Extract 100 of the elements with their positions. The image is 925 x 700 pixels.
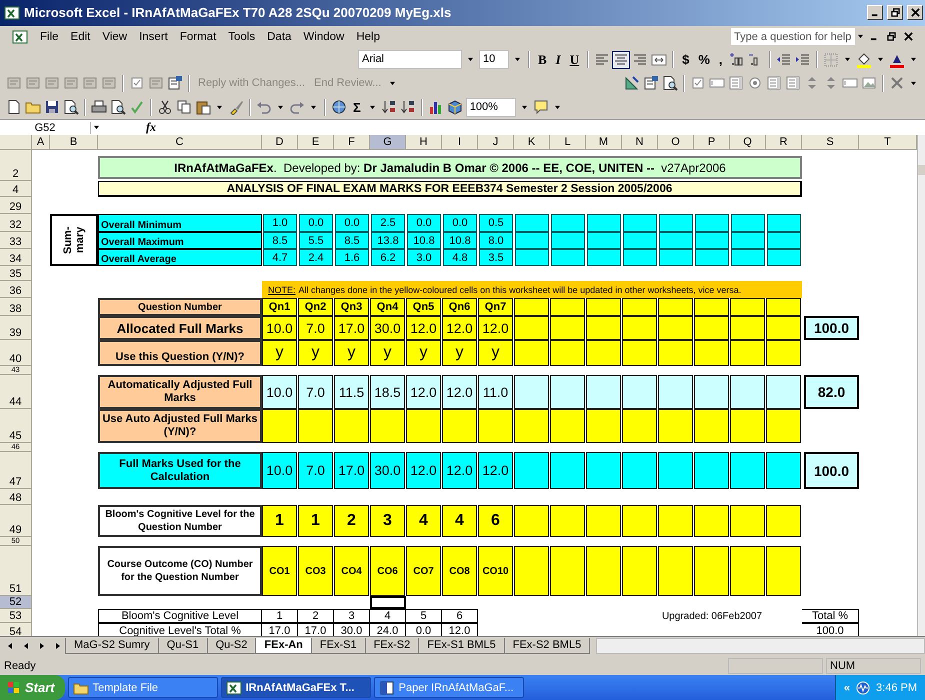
taskbar-button[interactable]: Template File (68, 677, 218, 698)
start-button[interactable]: Start (0, 675, 65, 700)
column-header[interactable]: B (50, 135, 98, 150)
autosum-button[interactable]: Σ (350, 98, 364, 116)
checkbox-icon[interactable] (690, 75, 706, 92)
sheet-tab[interactable]: Qu-S2 (206, 638, 256, 654)
sheet-tab[interactable]: FEx-S1 BML5 (418, 638, 505, 654)
fill-color-icon[interactable] (856, 52, 872, 68)
row-header[interactable]: 47 (0, 452, 32, 490)
row-header[interactable]: 32 (0, 214, 32, 232)
row-header[interactable]: 53 (0, 609, 32, 624)
document-magnifier-icon[interactable] (110, 99, 126, 116)
document-icon[interactable] (167, 75, 183, 92)
currency-button[interactable]: $ (679, 50, 692, 69)
menu-item[interactable]: Format (174, 30, 222, 43)
sheet-tab[interactable]: Qu-S1 (158, 638, 208, 654)
column-header[interactable]: H (406, 135, 442, 150)
row-header[interactable]: 48 (0, 489, 32, 506)
column-header[interactable]: D (262, 135, 298, 150)
column-header[interactable]: L (550, 135, 586, 150)
undo-icon[interactable] (256, 99, 272, 116)
menu-item[interactable]: Tools (222, 30, 262, 43)
restore-icon[interactable] (887, 32, 896, 42)
caret-icon[interactable] (216, 104, 223, 110)
sheet-tab[interactable]: FEx-S2 (364, 638, 420, 654)
horizontal-scrollbar[interactable] (596, 638, 925, 654)
sheet-tab[interactable]: MaG-S2 Sumry (65, 638, 159, 654)
bold-button[interactable]: B (535, 50, 550, 69)
menu-item[interactable]: Insert (133, 30, 174, 43)
redo-icon[interactable] (289, 99, 305, 116)
bar-chart-icon[interactable] (428, 99, 444, 116)
image-icon[interactable] (861, 75, 877, 92)
globe-icon[interactable] (331, 99, 347, 116)
row-header[interactable]: 2 (0, 150, 32, 182)
column-header[interactable]: E (298, 135, 334, 150)
taskbar-button[interactable]: Paper IRnAfAtMaGaF... (374, 677, 524, 698)
sort-icon[interactable] (400, 99, 416, 116)
italic-button[interactable]: I (552, 50, 564, 69)
scissors-icon[interactable] (157, 99, 173, 116)
row-header[interactable]: 35 (0, 266, 32, 282)
column-header[interactable]: F (334, 135, 370, 150)
restore-button[interactable] (887, 5, 903, 20)
caret-icon[interactable] (93, 125, 100, 130)
help-search-field[interactable]: Type a question for help (731, 28, 855, 46)
brush-icon[interactable] (228, 99, 244, 116)
list-box-icon[interactable] (766, 75, 782, 92)
row-header[interactable]: 36 (0, 281, 32, 298)
caret-icon[interactable] (277, 104, 284, 110)
underline-button[interactable]: U (566, 50, 582, 69)
caret-icon[interactable] (857, 34, 864, 40)
properties-icon[interactable] (643, 75, 659, 92)
row-header[interactable]: 51 (0, 546, 32, 596)
column-header[interactable]: C (98, 135, 262, 150)
radio-icon[interactable] (747, 75, 763, 92)
sheet-tab[interactable]: FEx-An (255, 638, 312, 654)
column-header[interactable]: T (859, 135, 917, 150)
row-header[interactable]: 29 (0, 197, 32, 214)
column-header[interactable]: R (766, 135, 802, 150)
network-icon[interactable] (855, 680, 872, 696)
minimize-button[interactable] (867, 5, 883, 20)
caret-icon[interactable] (467, 57, 474, 62)
font-size-field[interactable]: 10 (479, 50, 509, 70)
row-header[interactable]: 39 (0, 316, 32, 340)
column-header[interactable]: N (622, 135, 658, 150)
list-box-icon[interactable] (728, 75, 744, 92)
name-box[interactable]: G52 (0, 122, 91, 134)
toolbar-options-icon[interactable] (389, 80, 396, 86)
row-header[interactable]: 33 (0, 232, 32, 250)
new-document-icon[interactable] (6, 99, 22, 116)
caret-icon[interactable] (310, 104, 317, 110)
sort-icon[interactable] (380, 99, 397, 116)
copy-icon[interactable] (176, 99, 192, 116)
comma-button[interactable]: , (716, 50, 726, 69)
font-field[interactable]: Arial (358, 50, 462, 70)
caret-icon[interactable] (368, 104, 376, 110)
sheet-tab[interactable]: FEx-S2 BML5 (504, 638, 590, 654)
merge-icon[interactable] (651, 52, 668, 68)
caret-icon[interactable] (910, 80, 917, 86)
percent-button[interactable]: % (695, 50, 713, 69)
column-header[interactable]: Q (730, 135, 766, 150)
row-header[interactable]: 54 (0, 623, 32, 636)
cube-icon[interactable] (446, 99, 463, 116)
menu-item[interactable]: Help (350, 30, 386, 43)
menu-item[interactable]: View (96, 30, 134, 43)
column-header[interactable]: I (442, 135, 478, 150)
caret-icon[interactable] (520, 104, 528, 110)
checkbox-icon[interactable] (129, 75, 145, 92)
toolbar-options-icon[interactable] (554, 104, 561, 110)
workbook-icon[interactable] (12, 28, 28, 45)
row-header[interactable]: 38 (0, 298, 32, 316)
row-header[interactable]: 49 (0, 505, 32, 538)
spell-check-icon[interactable] (129, 99, 145, 116)
vertical-scrollbar[interactable] (917, 135, 925, 636)
menu-item[interactable]: Data (261, 30, 298, 43)
printer-icon[interactable] (91, 99, 107, 116)
row-header[interactable]: 4 (0, 181, 32, 198)
magnifier-icon[interactable] (662, 75, 678, 92)
caret-icon[interactable] (844, 57, 851, 62)
column-header[interactable]: P (694, 135, 730, 150)
column-header[interactable]: A (32, 135, 50, 150)
